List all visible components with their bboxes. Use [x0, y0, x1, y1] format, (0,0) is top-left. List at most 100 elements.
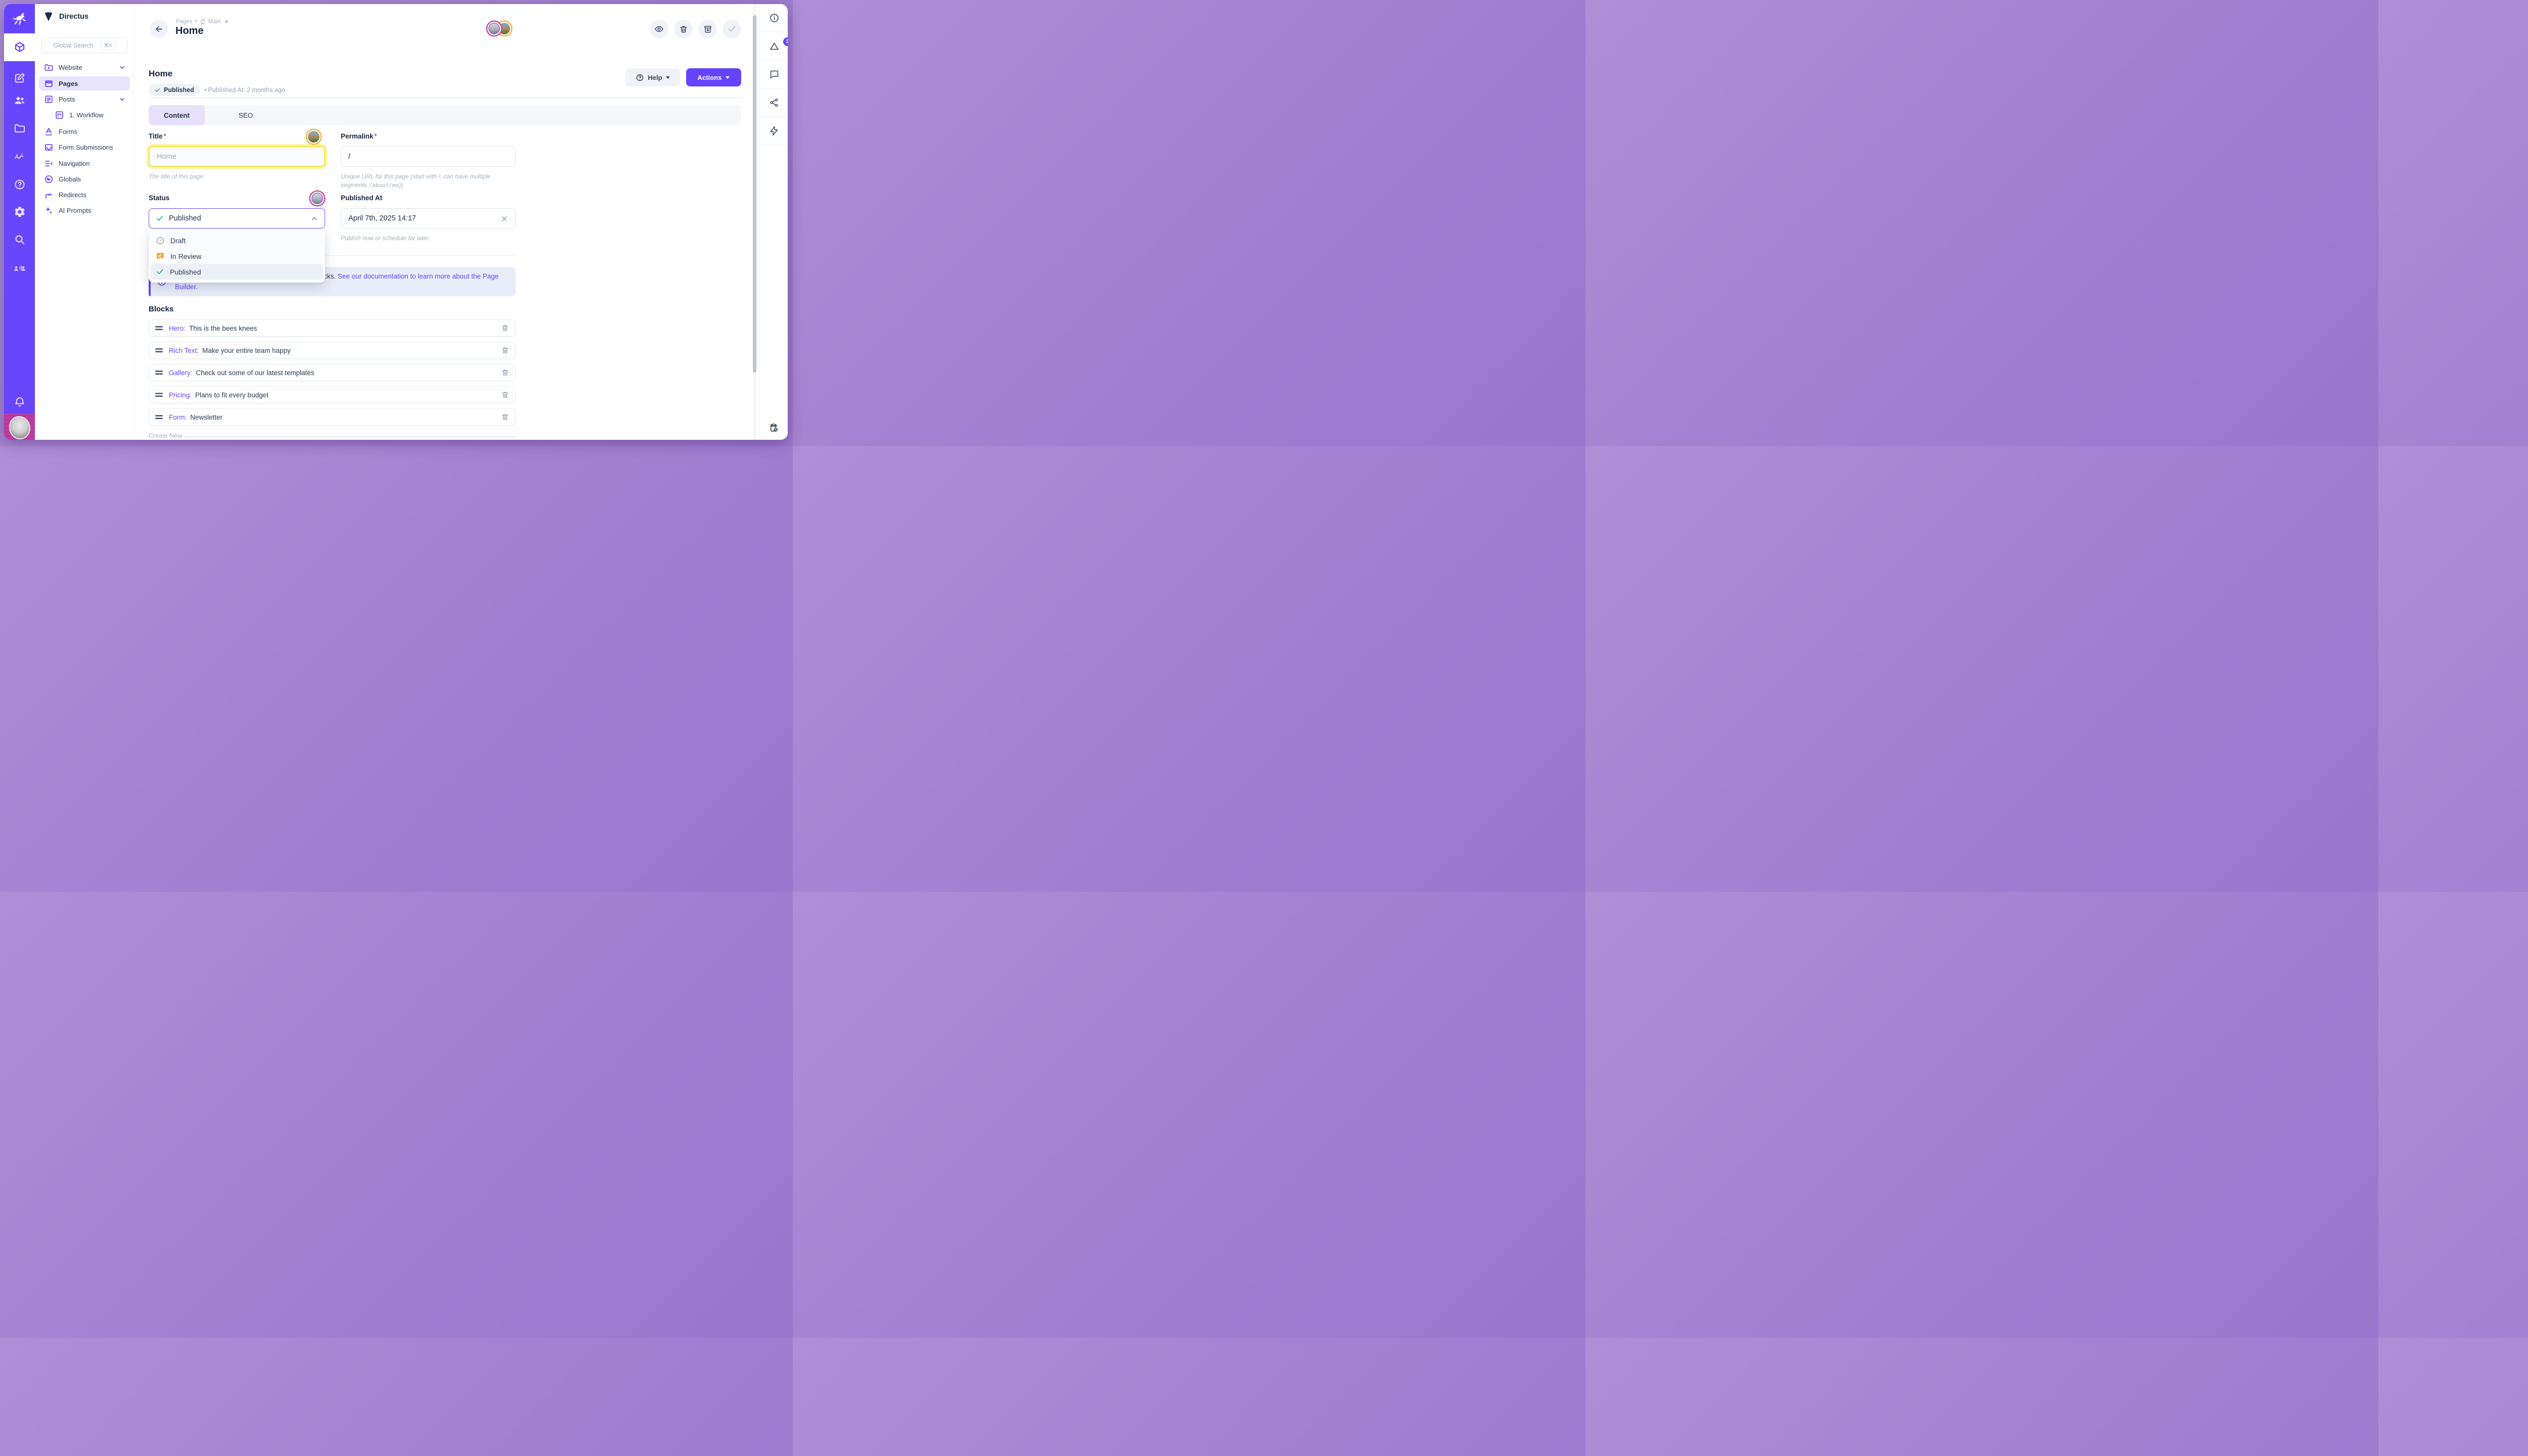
share-sidebar-button[interactable] — [760, 93, 788, 113]
scrollbar-thumb[interactable] — [753, 15, 756, 373]
comment-icon — [769, 69, 780, 80]
directus-logo[interactable] — [4, 4, 35, 33]
block-type[interactable]: Pricing: — [169, 391, 192, 399]
trash-icon[interactable] — [501, 391, 509, 399]
back-button[interactable] — [150, 20, 168, 38]
status-select[interactable]: Published — [149, 208, 325, 229]
revisions-sidebar-button[interactable]: 3 — [760, 36, 788, 56]
create-new-divider — [185, 436, 516, 437]
status-option-published[interactable]: Published — [151, 264, 323, 280]
breadcrumb[interactable]: Pages • Main — [176, 19, 229, 25]
notifications-bell[interactable] — [4, 391, 35, 413]
sidebar-item-forms[interactable]: Forms — [39, 124, 130, 139]
sidebar-item-navigation[interactable]: Navigation — [39, 156, 130, 170]
status-option-draft[interactable]: Draft — [151, 233, 323, 248]
chevron-down-icon[interactable] — [119, 64, 125, 71]
status-dropdown-menu: Draft In Review Published — [149, 230, 325, 283]
chevron-down-icon — [726, 76, 730, 79]
save-button[interactable] — [723, 20, 741, 38]
module-files[interactable] — [4, 117, 35, 140]
trash-icon[interactable] — [501, 413, 509, 421]
tab-seo[interactable]: SEO — [218, 105, 274, 125]
breadcrumb-version[interactable]: Main — [208, 19, 221, 25]
sidebar-item-redirects[interactable]: Redirects — [39, 188, 130, 202]
status-field-label: Status — [149, 194, 169, 202]
block-row-hero[interactable]: Hero: This is the bees knees — [149, 320, 516, 337]
global-search[interactable]: ⌘K — [41, 37, 128, 53]
block-row-rich-text[interactable]: Rich Text: Make your entire team happy — [149, 342, 516, 359]
module-users[interactable] — [4, 89, 35, 112]
breadcrumb-collection[interactable]: Pages — [176, 19, 193, 25]
block-type[interactable]: Form: — [169, 414, 187, 421]
breadcrumb-separator: • — [195, 19, 197, 25]
title-input[interactable]: Home — [149, 146, 325, 167]
trash-icon[interactable] — [501, 369, 509, 377]
status-option-in-review[interactable]: In Review — [151, 248, 323, 264]
block-row-form[interactable]: Form: Newsletter — [149, 408, 516, 426]
sidebar-item-pages[interactable]: Pages — [39, 76, 130, 90]
module-rail — [4, 4, 35, 440]
create-new-label[interactable]: Create New — [149, 432, 182, 439]
title-value: Home — [157, 153, 176, 161]
block-type[interactable]: Hero: — [169, 325, 186, 332]
help-icon — [14, 178, 26, 191]
drag-handle-icon[interactable] — [155, 326, 163, 331]
rate-review-icon — [156, 252, 165, 261]
sidebar-item-posts[interactable]: Posts — [39, 92, 130, 106]
block-row-gallery[interactable]: Gallery: Check out some of our latest te… — [149, 364, 516, 381]
actions-button[interactable]: Actions — [686, 68, 741, 86]
bell-icon — [14, 396, 26, 408]
module-editor[interactable] — [4, 67, 35, 89]
drag-handle-icon[interactable] — [155, 415, 163, 420]
block-row-pricing[interactable]: Pricing: Plans to fit every budget — [149, 386, 516, 403]
sidebar-item-website[interactable]: Website — [39, 60, 130, 74]
preview-button[interactable] — [650, 20, 668, 38]
trash-icon[interactable] — [501, 324, 509, 332]
pending-tasks-sidebar-button[interactable] — [760, 418, 788, 438]
module-content[interactable] — [4, 33, 35, 61]
tab-content[interactable]: Content — [149, 105, 205, 125]
drag-handle-icon[interactable] — [155, 348, 163, 353]
module-insights[interactable] — [4, 146, 35, 168]
status-option-label: Draft — [170, 237, 186, 245]
rabbit-icon — [12, 11, 27, 26]
sidebar-item-globals[interactable]: Globals — [39, 172, 130, 186]
help-button[interactable]: Help — [625, 68, 680, 86]
project-title: Directus — [59, 13, 88, 21]
sidebar-item-ai-prompts[interactable]: AI Prompts — [39, 203, 130, 217]
sidebar-item-form-submissions[interactable]: Form Submissions — [39, 140, 130, 154]
published-at-input[interactable]: April 7th, 2025 14:17 — [341, 208, 516, 229]
editing-user-avatar[interactable] — [310, 192, 324, 205]
trash-icon[interactable] — [501, 346, 509, 354]
module-translations[interactable] — [4, 256, 35, 278]
editing-user-avatar[interactable] — [307, 130, 321, 144]
drag-handle-icon[interactable] — [155, 392, 163, 397]
draft-icon — [156, 236, 165, 245]
clear-icon[interactable] — [501, 215, 508, 222]
sidebar-item-label: Navigation — [59, 160, 89, 167]
module-help[interactable] — [4, 173, 35, 196]
sidebar-item-workflow[interactable]: 1. Workflow — [39, 108, 130, 122]
flows-sidebar-button[interactable] — [760, 121, 788, 141]
drag-handle-icon[interactable] — [155, 370, 163, 375]
archive-button[interactable] — [698, 20, 717, 38]
sidebar-item-label: Form Submissions — [59, 144, 113, 151]
status-option-label: In Review — [170, 252, 201, 260]
module-search[interactable] — [4, 229, 35, 251]
chevron-down-icon[interactable] — [119, 96, 125, 103]
search-input[interactable] — [53, 42, 97, 49]
revisions-badge: 3 — [783, 37, 788, 46]
comments-sidebar-button[interactable] — [760, 64, 788, 84]
permalink-value: / — [348, 153, 350, 161]
delete-button[interactable] — [674, 20, 693, 38]
permalink-input[interactable]: / — [341, 146, 516, 167]
block-type[interactable]: Rich Text: — [169, 347, 199, 354]
module-settings[interactable] — [4, 201, 35, 223]
info-sidebar-button[interactable] — [760, 8, 788, 28]
search-shortcut: ⌘K — [101, 41, 116, 50]
user-avatar-1[interactable] — [487, 22, 501, 35]
block-type[interactable]: Gallery: — [169, 369, 193, 377]
chevron-up-icon — [310, 215, 318, 222]
current-user-avatar[interactable] — [4, 414, 35, 440]
caret-down-icon[interactable] — [224, 21, 229, 23]
